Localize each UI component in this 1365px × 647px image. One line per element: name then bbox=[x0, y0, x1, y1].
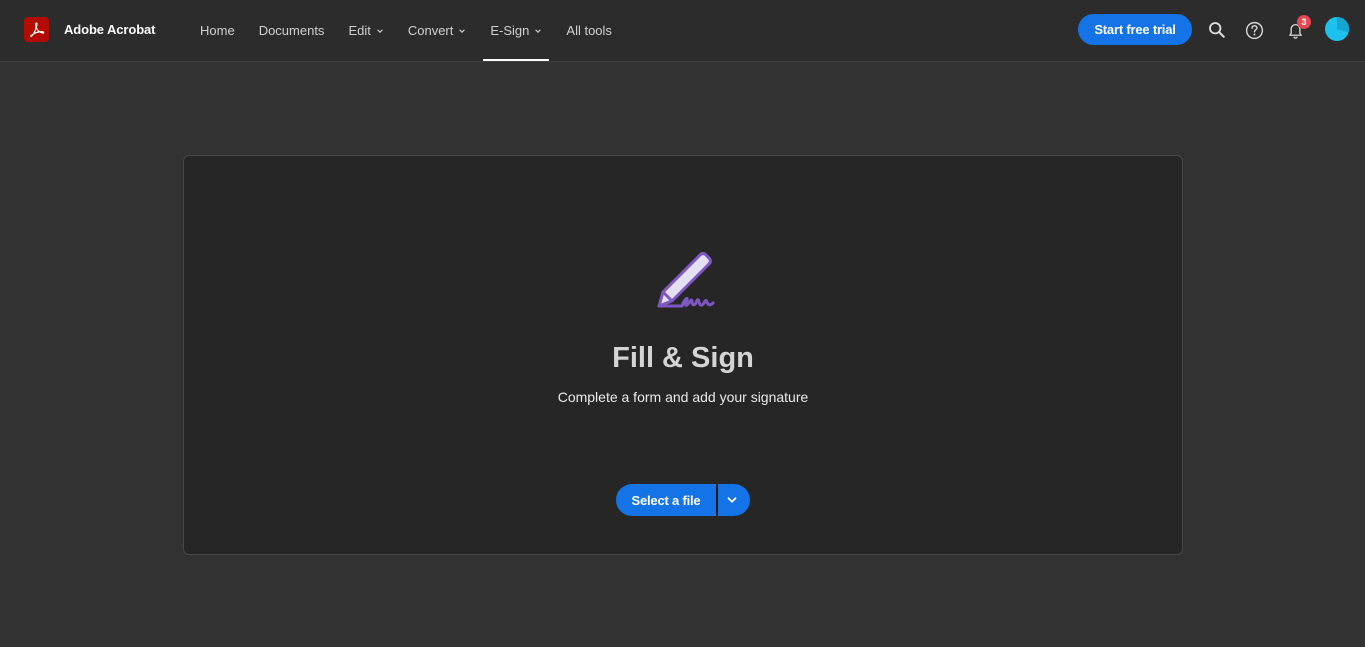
select-file-split-button: Select a file bbox=[616, 484, 750, 516]
user-avatar[interactable] bbox=[1325, 16, 1350, 41]
nav-home-label: Home bbox=[200, 23, 235, 38]
nav-edit-label: Edit bbox=[348, 23, 371, 38]
search-icon bbox=[1209, 22, 1225, 38]
top-navigation-bar: Adobe Acrobat Home Documents Edit Conver… bbox=[0, 0, 1365, 62]
chevron-down-icon bbox=[727, 497, 737, 503]
main-nav: Home Documents Edit Convert E-Sign All t… bbox=[188, 0, 624, 61]
nav-all-tools-label: All tools bbox=[566, 23, 612, 38]
user-avatar-icon bbox=[1325, 16, 1350, 41]
chevron-down-icon bbox=[377, 28, 383, 33]
nav-e-sign[interactable]: E-Sign bbox=[478, 0, 554, 61]
nav-e-sign-label: E-Sign bbox=[490, 23, 530, 38]
help-button[interactable] bbox=[1242, 18, 1266, 42]
tool-title: Fill & Sign bbox=[612, 342, 754, 374]
nav-convert[interactable]: Convert bbox=[396, 0, 479, 61]
select-file-options-button[interactable] bbox=[718, 484, 750, 516]
brand[interactable]: Adobe Acrobat bbox=[24, 17, 155, 42]
chevron-down-icon bbox=[459, 28, 466, 33]
nav-edit[interactable]: Edit bbox=[336, 0, 395, 61]
nav-all-tools[interactable]: All tools bbox=[554, 0, 624, 61]
chevron-down-icon bbox=[535, 28, 542, 33]
nav-convert-label: Convert bbox=[407, 23, 454, 38]
nav-documents[interactable]: Documents bbox=[247, 0, 337, 61]
help-icon bbox=[1245, 21, 1263, 39]
acrobat-logo-icon bbox=[24, 17, 49, 42]
select-file-button[interactable]: Select a file bbox=[616, 484, 716, 516]
nav-documents-label: Documents bbox=[258, 23, 325, 38]
fill-sign-card: Fill & Sign Complete a form and add your… bbox=[183, 155, 1183, 555]
search-button[interactable] bbox=[1205, 18, 1229, 42]
nav-home[interactable]: Home bbox=[188, 0, 247, 61]
app-name: Adobe Acrobat bbox=[64, 22, 156, 37]
start-free-trial-button[interactable]: Start free trial bbox=[1078, 14, 1192, 45]
tool-description: Complete a form and add your signature bbox=[557, 389, 809, 405]
fill-sign-pen-icon bbox=[654, 248, 718, 312]
notification-count-badge: 3 bbox=[1297, 15, 1311, 29]
